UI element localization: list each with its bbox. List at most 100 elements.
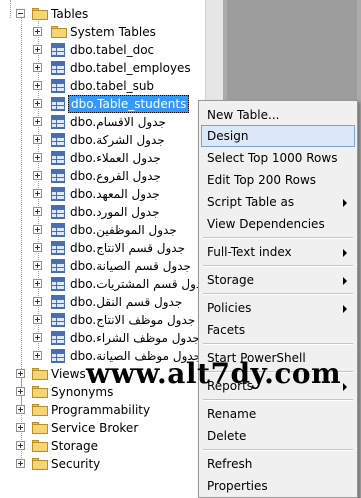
expand-toggle-icon[interactable]: [33, 279, 42, 288]
table-icon: [51, 349, 65, 363]
context-menu: New Table... Design Select Top 1000 Rows Ed…: [198, 100, 358, 498]
menu-separator: [203, 343, 353, 345]
expand-toggle-icon[interactable]: [16, 441, 25, 450]
menu-separator: [203, 449, 353, 451]
expand-toggle-icon[interactable]: [33, 315, 42, 324]
menu-item-design[interactable]: Design: [201, 125, 355, 147]
menu-separator: [203, 265, 353, 267]
expand-toggle-icon[interactable]: [33, 261, 42, 270]
folder-icon: [51, 26, 67, 38]
expand-toggle-icon[interactable]: [33, 351, 42, 360]
expand-toggle-icon[interactable]: [33, 297, 42, 306]
tree-line: [10, 0, 12, 18]
table-icon: [51, 187, 65, 201]
table-node-label: dbo.tabel_doc: [70, 43, 155, 57]
menu-item-edit-top-200-rows[interactable]: Edit Top 200 Rows: [201, 169, 355, 191]
table-node-label: dbo.جدول قسم الصيانة: [70, 259, 191, 273]
expand-toggle-icon[interactable]: [33, 117, 42, 126]
expand-toggle-icon[interactable]: [33, 63, 42, 72]
menu-item-label: Policies: [207, 301, 252, 315]
table-node-label: dbo.جدول موظف الشراء: [70, 331, 200, 345]
submenu-arrow-icon: [343, 277, 347, 285]
table-icon: [51, 61, 65, 75]
menu-separator: [203, 293, 353, 295]
table-icon: [51, 151, 65, 165]
menu-item-storage[interactable]: Storage: [201, 269, 355, 291]
expand-toggle-icon[interactable]: [33, 333, 42, 342]
menu-item-full-text-index[interactable]: Full-Text index: [201, 241, 355, 263]
expand-toggle-icon[interactable]: [33, 45, 42, 54]
menu-item-view-dependencies[interactable]: View Dependencies: [201, 213, 355, 235]
menu-item-select-top-1000-rows[interactable]: Select Top 1000 Rows: [201, 147, 355, 169]
table-icon: [51, 241, 65, 255]
collapse-toggle-icon[interactable]: [16, 9, 25, 18]
menu-item-label: Full-Text index: [207, 245, 292, 259]
menu-item-delete[interactable]: Delete: [201, 425, 355, 447]
table-node-label: dbo.tabel_sub: [70, 79, 155, 93]
expand-toggle-icon[interactable]: [33, 99, 42, 108]
menu-item-label: Edit Top 200 Rows: [207, 173, 317, 187]
menu-item-new-table[interactable]: New Table...: [201, 104, 355, 126]
menu-item-script-table-as[interactable]: Script Table as: [201, 191, 355, 213]
expand-toggle-icon[interactable]: [33, 135, 42, 144]
tree-node-label: Security: [51, 457, 101, 471]
table-icon: [51, 223, 65, 237]
table-node-label: dbo.جدول قسم النقل: [70, 295, 183, 309]
menu-item-label: Refresh: [207, 457, 253, 471]
table-icon: [51, 115, 65, 129]
tree-node-label: Storage: [51, 439, 98, 453]
expand-toggle-icon[interactable]: [16, 423, 25, 432]
watermark-text: www.alt7dy.com: [86, 357, 342, 390]
expand-toggle-icon[interactable]: [33, 81, 42, 90]
table-icon: [51, 79, 65, 93]
table-icon: [51, 277, 65, 291]
menu-item-label: View Dependencies: [207, 217, 325, 231]
table-node-label: dbo.جدول قسم المشتريات: [70, 277, 205, 291]
submenu-arrow-icon: [343, 199, 347, 207]
menu-item-label: Select Top 1000 Rows: [207, 151, 338, 165]
menu-item-refresh[interactable]: Refresh: [201, 453, 355, 475]
folder-icon: [32, 422, 48, 434]
object-explorer-tree: Tables System Tables dbo.tabel_doc dbo.ta…: [0, 0, 205, 498]
expand-toggle-icon[interactable]: [16, 387, 25, 396]
table-icon: [51, 205, 65, 219]
menu-item-label: New Table...: [207, 108, 280, 122]
submenu-arrow-icon: [343, 249, 347, 257]
expand-toggle-icon[interactable]: [16, 369, 25, 378]
table-icon: [51, 295, 65, 309]
menu-item-properties[interactable]: Properties: [201, 475, 355, 497]
expand-toggle-icon[interactable]: [33, 225, 42, 234]
tree-node-label: Programmability: [51, 403, 151, 417]
table-icon: [51, 43, 65, 57]
expand-toggle-icon[interactable]: [33, 153, 42, 162]
expand-toggle-icon[interactable]: [16, 405, 25, 414]
expand-toggle-icon[interactable]: [33, 189, 42, 198]
expand-toggle-icon[interactable]: [33, 207, 42, 216]
expand-toggle-icon[interactable]: [33, 27, 42, 36]
table-node-label: dbo.tabel_employes: [70, 61, 191, 75]
table-icon: [51, 259, 65, 273]
menu-item-label: Properties: [207, 479, 268, 493]
folder-icon: [32, 386, 48, 398]
menu-item-facets[interactable]: Facets: [201, 319, 355, 341]
expand-toggle-icon[interactable]: [33, 243, 42, 252]
menu-item-label: Delete: [207, 429, 247, 443]
menu-item-label: Storage: [207, 273, 254, 287]
expand-toggle-icon[interactable]: [33, 171, 42, 180]
table-node-label: dbo.جدول موظف الانتاج: [70, 313, 196, 327]
table-icon: [51, 313, 65, 327]
submenu-arrow-icon: [343, 383, 347, 391]
menu-separator: [203, 237, 353, 239]
table-node-label: dbo.جدول المعهد: [70, 187, 160, 201]
menu-item-rename[interactable]: Rename: [201, 403, 355, 425]
table-icon: [51, 133, 65, 147]
tree-line: [21, 9, 23, 405]
tree-node-label: Service Broker: [51, 421, 139, 435]
table-icon: [51, 169, 65, 183]
menu-item-policies[interactable]: Policies: [201, 297, 355, 319]
menu-item-label: Script Table as: [207, 195, 295, 209]
tree-node-label: Views: [51, 367, 86, 381]
table-icon: [51, 331, 65, 345]
folder-icon: [32, 458, 48, 470]
expand-toggle-icon[interactable]: [16, 459, 25, 468]
